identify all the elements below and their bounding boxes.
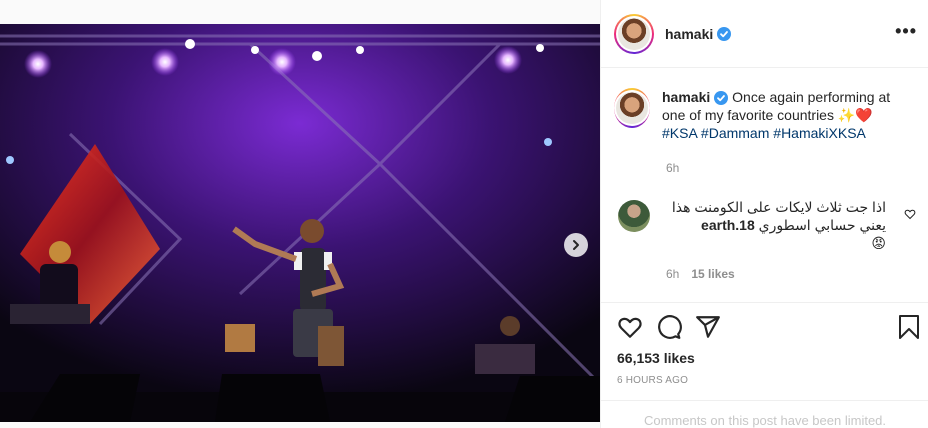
concert-stage-image [0, 24, 600, 422]
hashtag-link[interactable]: #Dammam [701, 125, 769, 141]
caption-emoji: ✨❤️ [837, 107, 873, 123]
verified-badge-icon [717, 26, 732, 41]
comment-likes[interactable]: 15 likes [691, 267, 734, 281]
author-username[interactable]: hamaki [665, 26, 713, 42]
post-actions-bar [601, 314, 928, 342]
divider [601, 302, 928, 303]
instagram-post-view: hamaki ••• hamaki Once again performing … [0, 0, 928, 428]
caption-username[interactable]: hamaki [662, 89, 710, 105]
comments-limited-notice: Comments on this post have been limited. [643, 413, 887, 428]
comment-icon[interactable] [656, 314, 682, 340]
heart-icon[interactable] [617, 314, 643, 340]
bookmark-icon[interactable] [897, 314, 921, 340]
comment-item: اذا جت ثلاث لايكات على الكومنت هذا يعني … [614, 198, 919, 252]
heart-outline-icon[interactable] [904, 208, 916, 220]
comment-timestamp[interactable]: 6h [666, 267, 679, 281]
share-icon[interactable] [695, 314, 721, 340]
hashtag-link[interactable]: #HamakiXKSA [773, 125, 866, 141]
post-caption: hamaki Once again performing at one of m… [614, 88, 914, 142]
comment-meta: 6h 15 likes [666, 267, 735, 281]
divider [601, 400, 928, 401]
commenter-username[interactable]: earth.18 [701, 217, 755, 233]
post-header: hamaki ••• [601, 0, 928, 68]
author-avatar[interactable] [614, 13, 654, 54]
caption-text-block: hamaki Once again performing at one of m… [662, 88, 914, 142]
post-side-panel: hamaki ••• hamaki Once again performing … [600, 0, 928, 428]
commenter-avatar[interactable] [618, 200, 650, 232]
avatar-image [616, 92, 648, 124]
likes-count[interactable]: 66,153 likes [617, 350, 695, 366]
post-timestamp[interactable]: 6 hours ago [617, 375, 688, 386]
more-options-icon[interactable]: ••• [895, 22, 917, 40]
verified-badge-icon [714, 91, 729, 106]
comment-emoji: 😡 [871, 235, 886, 251]
comment-text-block: اذا جت ثلاث لايكات على الكومنت هذا يعني … [666, 198, 886, 234]
caption-author-avatar[interactable] [614, 88, 650, 128]
avatar-image [618, 17, 650, 50]
hashtag-link[interactable]: #KSA [662, 125, 697, 141]
carousel-next-button[interactable] [564, 233, 588, 257]
post-photo[interactable] [0, 24, 600, 422]
caption-timestamp[interactable]: 6h [666, 161, 679, 175]
chevron-right-icon [573, 240, 579, 250]
